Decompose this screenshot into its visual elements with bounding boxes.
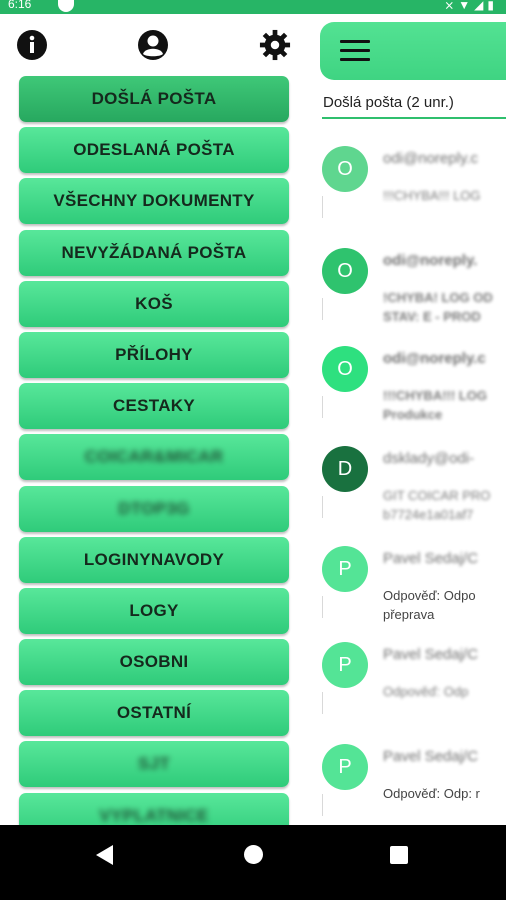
notification-icon — [58, 0, 74, 12]
avatar: P — [322, 546, 368, 592]
drawer-header — [0, 14, 306, 64]
message-preview: Odpověď: Odp — [383, 684, 469, 699]
row-divider — [322, 396, 323, 418]
folder-label: LOGINYNAVODY — [83, 549, 225, 569]
folder-button[interactable]: VŠECHNY DOKUMENTY — [19, 178, 289, 225]
message-preview-line2: STAV: E - PROD — [383, 309, 481, 324]
folder-button[interactable]: OSTATNÍ — [19, 690, 289, 737]
folder-label: OSTATNÍ — [116, 703, 192, 723]
avatar: P — [322, 642, 368, 688]
message-sender: Pavel Sedaj/C — [383, 646, 479, 663]
system-nav-bar — [0, 825, 506, 900]
folder-label: ODESLANÁ POŠTA — [73, 140, 235, 160]
folder-button[interactable]: DTOP3G — [19, 485, 289, 532]
folder-button[interactable]: COICAR&MICAR — [19, 434, 289, 481]
message-preview: !!!CHYBA!!! LOG — [383, 188, 481, 203]
row-divider — [322, 596, 323, 618]
mail-list-panel: S Došlá pošta (2 unr.) Oodi@noreply.c!!!… — [306, 14, 506, 825]
avatar: O — [322, 346, 368, 392]
status-bar: 6:16 ⨯▼◢▮ — [0, 0, 506, 14]
message-sender: Pavel Sedaj/C — [383, 550, 479, 567]
account-icon[interactable] — [137, 29, 169, 61]
message-sender: odi@noreply.c — [383, 150, 478, 167]
folder-button[interactable]: LOGY — [19, 587, 289, 634]
row-divider — [322, 298, 323, 320]
message-sender: odi@noreply. — [383, 252, 478, 269]
message-preview-line2: b7724e1a01af7 — [383, 507, 474, 522]
folder-label: DOŠLÁ POŠTA — [91, 89, 217, 108]
folder-button[interactable]: LOGINYNAVODY — [19, 536, 289, 583]
message-sender: dsklady@odi- — [383, 450, 475, 467]
message-preview: !CHYBA! LOG OD — [383, 290, 493, 305]
avatar: O — [322, 248, 368, 294]
inbox-underline — [322, 117, 506, 119]
message-preview-line2: přeprava — [383, 607, 435, 622]
folder-button[interactable]: ODESLANÁ POŠTA — [19, 127, 289, 174]
avatar: P — [322, 744, 368, 790]
folder-button[interactable]: SJT — [19, 741, 289, 788]
folder-button[interactable]: KOŠ — [19, 280, 289, 327]
avatar: O — [322, 146, 368, 192]
recents-icon[interactable] — [390, 846, 408, 864]
toolbar: S — [320, 22, 506, 80]
folder-label: COICAR&MICAR — [84, 447, 224, 467]
folder-label: VYPLATNICE — [99, 805, 209, 825]
message-preview: Odpověď: Odpo — [383, 588, 476, 603]
folder-label: OSOBNI — [119, 652, 189, 672]
folder-button[interactable]: DOŠLÁ POŠTA — [19, 76, 289, 122]
status-icons: ⨯▼◢▮ — [444, 0, 498, 12]
folder-button[interactable]: NEVYŽÁDANÁ POŠTA — [19, 229, 289, 276]
row-divider — [322, 794, 323, 816]
folder-label: DTOP3G — [118, 498, 190, 518]
folder-button[interactable]: CESTAKY — [19, 383, 289, 430]
folder-label: KOŠ — [135, 293, 173, 313]
folder-button[interactable]: PŘÍLOHY — [19, 331, 289, 378]
folder-list: DOŠLÁ POŠTA ODESLANÁ POŠTA VŠECHNY DOKUMEN… — [19, 76, 289, 844]
folder-label: LOGY — [129, 600, 179, 620]
message-preview: Odpověď: Odp: r — [383, 786, 480, 801]
folder-button[interactable]: OSOBNI — [19, 639, 289, 686]
folder-label: NEVYŽÁDANÁ POŠTA — [61, 242, 247, 262]
message-preview: GIT COICAR PRO — [383, 488, 491, 503]
folder-label: PŘÍLOHY — [115, 344, 193, 364]
status-time: 6:16 — [8, 0, 32, 11]
inbox-title: Došlá pošta (2 unr.) — [323, 94, 454, 111]
message-sender: odi@noreply.c — [383, 350, 486, 367]
hamburger-icon[interactable] — [340, 40, 370, 62]
back-icon[interactable] — [96, 845, 113, 865]
gear-icon[interactable] — [259, 29, 291, 61]
info-icon[interactable] — [16, 29, 48, 61]
folder-label: VŠECHNY DOKUMENTY — [53, 191, 255, 211]
folder-label: SJT — [137, 754, 171, 774]
row-divider — [322, 496, 323, 518]
home-icon[interactable] — [244, 845, 263, 864]
message-sender: Pavel Sedaj/C — [383, 748, 479, 765]
folder-label: CESTAKY — [112, 396, 196, 416]
row-divider — [322, 692, 323, 714]
row-divider — [322, 196, 323, 218]
avatar: D — [322, 446, 368, 492]
message-preview-line2: Produkce — [383, 407, 443, 422]
message-preview: !!!CHYBA!!! LOG — [383, 388, 487, 403]
